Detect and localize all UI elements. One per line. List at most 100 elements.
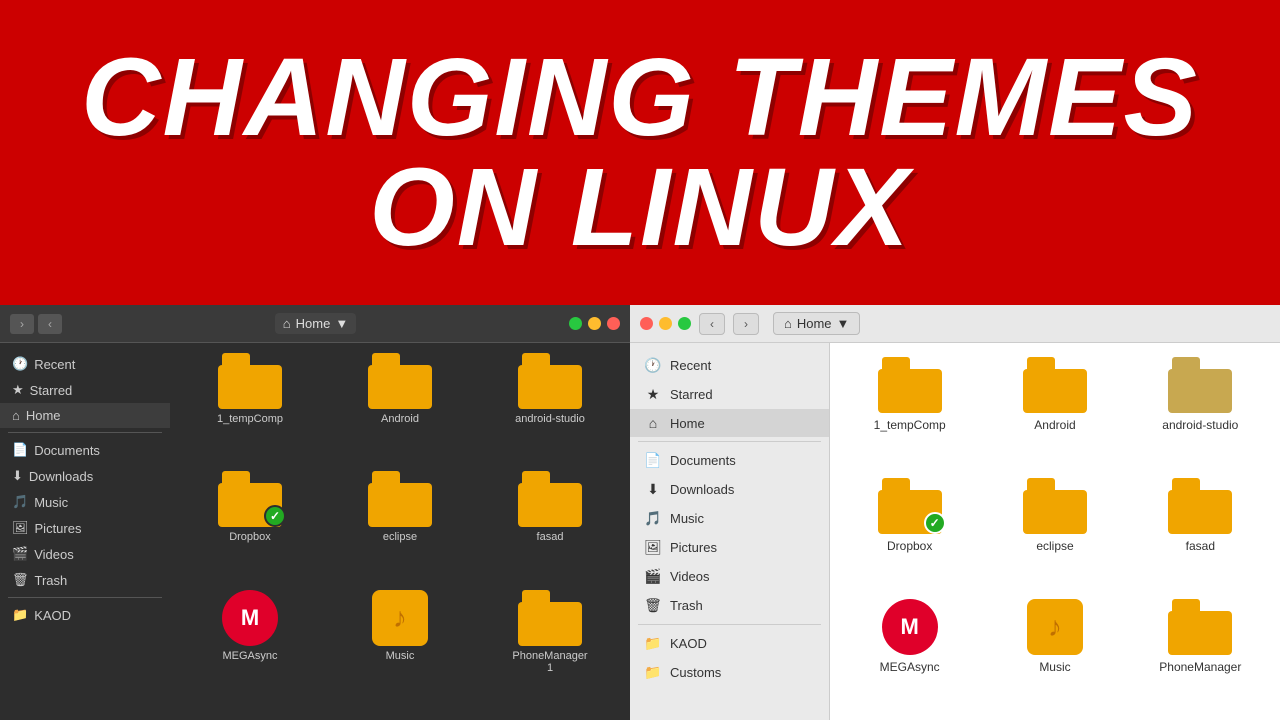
nav-buttons-dark: › ‹ — [10, 314, 62, 334]
videos-icon-light: 🎬 — [644, 568, 662, 585]
folder-fasad-dark[interactable]: fasad — [480, 471, 620, 579]
kaod-icon-light: 📁 — [644, 635, 662, 652]
kaod-icon-dark: 📁 — [12, 607, 28, 623]
nav-back-light[interactable]: ‹ — [699, 313, 725, 335]
starred-icon-dark: ★ — [12, 382, 24, 398]
customs-label-light: Customs — [670, 665, 721, 680]
trash-label-dark: Trash — [35, 573, 68, 588]
red-light-l[interactable] — [640, 317, 653, 330]
nav-forward-light[interactable]: › — [733, 313, 759, 335]
folder-name: Music — [386, 650, 415, 662]
home-label-dark: Home — [26, 408, 61, 423]
folder-dropbox-light[interactable]: ✓ Dropbox — [844, 478, 975, 585]
dropdown-icon-dark: ▼ — [335, 316, 348, 331]
sidebar-item-pictures-light[interactable]: 🖼 Pictures — [630, 533, 829, 562]
folder-name: Dropbox — [229, 531, 271, 543]
window-light: ‹ › ⌂ Home ▼ 🕐 Recent ★ Starred ⌂ — [630, 305, 1280, 720]
location-bar-dark[interactable]: ⌂ Home ▼ — [275, 313, 356, 334]
green-light-l[interactable] — [678, 317, 691, 330]
sidebar-item-starred-dark[interactable]: Starred ★ — [0, 377, 170, 403]
downloads-label-light: Downloads — [670, 482, 734, 497]
folder-1tempcomp-light[interactable]: 1_tempComp — [844, 357, 975, 464]
sidebar-item-videos-dark[interactable]: Videos 🎬 — [0, 541, 170, 567]
sidebar-item-recent-dark[interactable]: Recent 🕐 — [0, 351, 170, 377]
trash-icon-light: 🗑 — [644, 597, 662, 614]
documents-label-light: Documents — [670, 453, 736, 468]
sidebar-item-home-dark[interactable]: Home ⌂ — [0, 403, 170, 428]
nav-back-dark[interactable]: › — [10, 314, 34, 334]
sidebar-item-music-light[interactable]: 🎵 Music — [630, 504, 829, 533]
documents-label-dark: Documents — [34, 443, 100, 458]
documents-icon-dark: 📄 — [12, 442, 28, 458]
yellow-light[interactable] — [588, 317, 601, 330]
light-sidebar: 🕐 Recent ★ Starred ⌂ Home 📄 Documents — [630, 343, 830, 720]
home-icon-light-bar: ⌂ — [784, 316, 792, 331]
music-app-icon-light: ♪ — [1027, 599, 1083, 655]
sidebar-item-home-light[interactable]: ⌂ Home — [630, 409, 829, 437]
dark-main-grid: android-studio Android 1_tempComp fasad — [170, 343, 630, 720]
folder-name: MEGAsync — [880, 660, 940, 674]
folder-phonemanager-dark[interactable]: PhoneManager1 — [480, 590, 620, 710]
pictures-icon-light: 🖼 — [644, 539, 662, 556]
window-dark: › ‹ ⌂ Home ▼ Recent 🕐 S — [0, 305, 630, 720]
starred-label-dark: Starred — [30, 383, 73, 398]
folder-name: 1_tempComp — [874, 418, 946, 432]
customs-icon-light: 📁 — [644, 664, 662, 681]
sidebar-item-pictures-dark[interactable]: Pictures 🖼 — [0, 515, 170, 541]
kaod-label-dark: KAOD — [34, 608, 71, 623]
sidebar-item-downloads-dark[interactable]: Downloads ⬇ — [0, 463, 170, 489]
kaod-label-light: KAOD — [670, 636, 707, 651]
mega-icon-light: M — [882, 599, 938, 655]
folder-megasync-dark[interactable]: M MEGAsync — [180, 590, 320, 710]
banner: CHANGING THEMES ON LINUX — [0, 0, 1280, 305]
videos-label-dark: Videos — [34, 547, 74, 562]
green-light[interactable] — [569, 317, 582, 330]
dark-content: Recent 🕐 Starred ★ Home ⌂ Documents 📄 — [0, 343, 630, 720]
sidebar-item-kaod-light[interactable]: 📁 KAOD — [630, 629, 829, 658]
downloads-icon-light: ⬇ — [644, 481, 662, 498]
sidebar-item-recent-light[interactable]: 🕐 Recent — [630, 351, 829, 380]
sidebar-item-downloads-light[interactable]: ⬇ Downloads — [630, 475, 829, 504]
titlebar-light: ‹ › ⌂ Home ▼ — [630, 305, 1280, 343]
trash-icon-dark: 🗑 — [12, 572, 29, 588]
folder-eclipse-dark[interactable]: eclipse — [330, 471, 470, 579]
sidebar-item-kaod-dark[interactable]: KAOD 📁 — [0, 602, 170, 628]
folder-fasad-light[interactable]: fasad — [1135, 478, 1266, 585]
traffic-lights-dark — [569, 317, 620, 330]
music-app-icon-dark: ♪ — [372, 590, 428, 646]
folder-name: eclipse — [1036, 539, 1073, 553]
starred-icon-light: ★ — [644, 386, 662, 403]
folder-music-dark[interactable]: ♪ Music — [330, 590, 470, 710]
folder-name: Dropbox — [887, 539, 932, 553]
sidebar-item-trash-dark[interactable]: Trash 🗑 — [0, 567, 170, 593]
location-bar-light[interactable]: ⌂ Home ▼ — [773, 312, 860, 335]
folder-1tempcomp-dark[interactable]: 1_tempComp — [180, 353, 320, 461]
folder-dropbox-dark[interactable]: ✓ Dropbox — [180, 471, 320, 579]
documents-icon-light: 📄 — [644, 452, 662, 469]
banner-title: CHANGING THEMES ON LINUX — [81, 43, 1199, 263]
sidebar-item-music-dark[interactable]: Music 🎵 — [0, 489, 170, 515]
nav-forward-dark[interactable]: ‹ — [38, 314, 62, 334]
sidebar-item-documents-light[interactable]: 📄 Documents — [630, 446, 829, 475]
folder-android-light[interactable]: Android — [989, 357, 1120, 464]
sidebar-item-customs-light[interactable]: 📁 Customs — [630, 658, 829, 687]
yellow-light-l[interactable] — [659, 317, 672, 330]
traffic-lights-light — [640, 317, 691, 330]
home-label-light: Home — [670, 416, 705, 431]
red-light[interactable] — [607, 317, 620, 330]
recent-icon-light: 🕐 — [644, 357, 662, 374]
sidebar-item-starred-light[interactable]: ★ Starred — [630, 380, 829, 409]
folder-android-studio-light[interactable]: android-studio — [1135, 357, 1266, 464]
folder-android-dark[interactable]: Android — [330, 353, 470, 461]
sidebar-item-trash-light[interactable]: 🗑 Trash — [630, 591, 829, 620]
folder-phonemanager-light[interactable]: PhoneManager — [1135, 599, 1266, 706]
folder-android-studio-dark[interactable]: android-studio — [480, 353, 620, 461]
videos-label-light: Videos — [670, 569, 710, 584]
sidebar-item-documents-dark[interactable]: Documents 📄 — [0, 437, 170, 463]
folder-megasync-light[interactable]: M MEGAsync — [844, 599, 975, 706]
sidebar-item-videos-light[interactable]: 🎬 Videos — [630, 562, 829, 591]
folder-music-light[interactable]: ♪ Music — [989, 599, 1120, 706]
home-icon-sidebar-dark: ⌂ — [12, 408, 20, 423]
folder-eclipse-light[interactable]: eclipse — [989, 478, 1120, 585]
folder-name: Android — [1034, 418, 1075, 432]
